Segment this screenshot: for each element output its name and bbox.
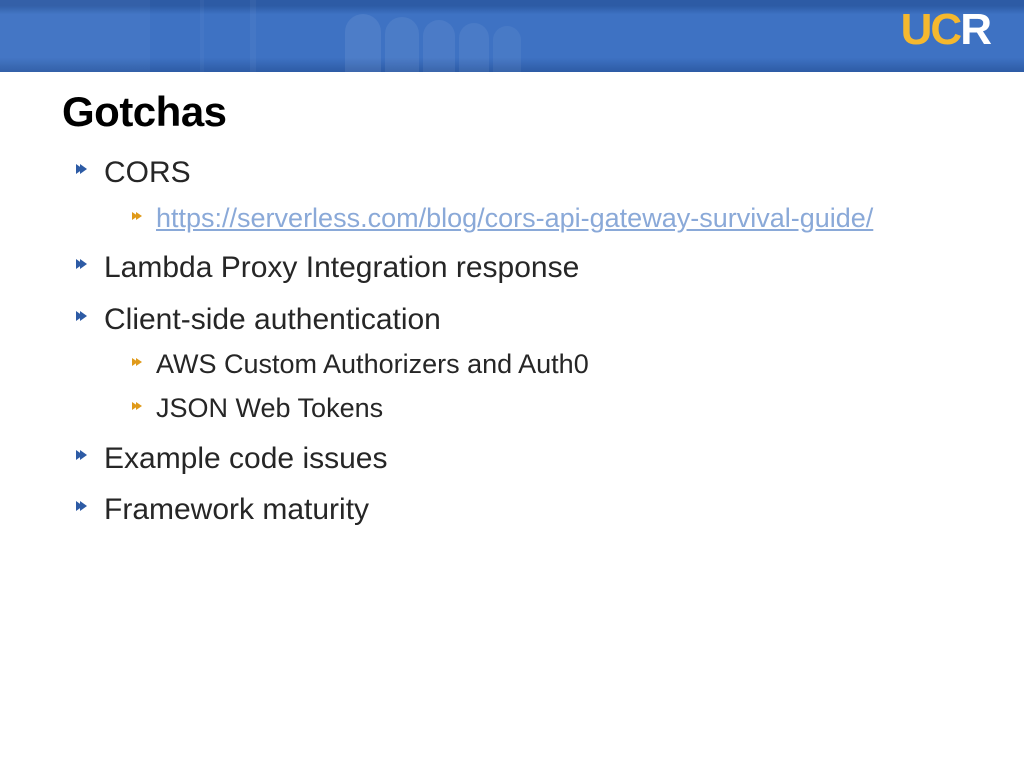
cors-link[interactable]: https://serverless.com/blog/cors-api-gat… — [156, 203, 873, 233]
slide-content: Gotchas CORS https://serverless.com/blog… — [0, 72, 1024, 529]
sub-bullet-list: AWS Custom Authorizers and Auth0 JSON We… — [104, 348, 962, 426]
header-banner: UCR — [0, 0, 1024, 72]
slide-title: Gotchas — [62, 88, 962, 136]
logo-r: R — [960, 8, 990, 52]
bullet-item: Example code issues — [76, 440, 962, 478]
bullet-text: Example code issues — [104, 442, 387, 475]
bullet-text: CORS — [104, 156, 191, 189]
bullet-item: CORS https://serverless.com/blog/cors-ap… — [76, 154, 962, 235]
bullet-item: Client-side authentication AWS Custom Au… — [76, 301, 962, 426]
bullet-text: Client-side authentication — [104, 303, 441, 336]
sub-bullet-item: JSON Web Tokens — [132, 392, 962, 426]
sub-bullet-text: AWS Custom Authorizers and Auth0 — [156, 349, 589, 379]
sub-bullet-list: https://serverless.com/blog/cors-api-gat… — [104, 202, 962, 236]
banner-arches-graphic — [0, 0, 560, 72]
bullet-text: Lambda Proxy Integration response — [104, 251, 579, 284]
bullet-list: CORS https://serverless.com/blog/cors-ap… — [62, 154, 962, 529]
bullet-text: Framework maturity — [104, 493, 369, 526]
sub-bullet-item: https://serverless.com/blog/cors-api-gat… — [132, 202, 962, 236]
sub-bullet-text: JSON Web Tokens — [156, 393, 383, 423]
logo-uc: UC — [901, 5, 961, 54]
bullet-item: Lambda Proxy Integration response — [76, 249, 962, 287]
sub-bullet-item: AWS Custom Authorizers and Auth0 — [132, 348, 962, 382]
bullet-item: Framework maturity — [76, 491, 962, 529]
ucr-logo: UCR — [901, 8, 990, 52]
